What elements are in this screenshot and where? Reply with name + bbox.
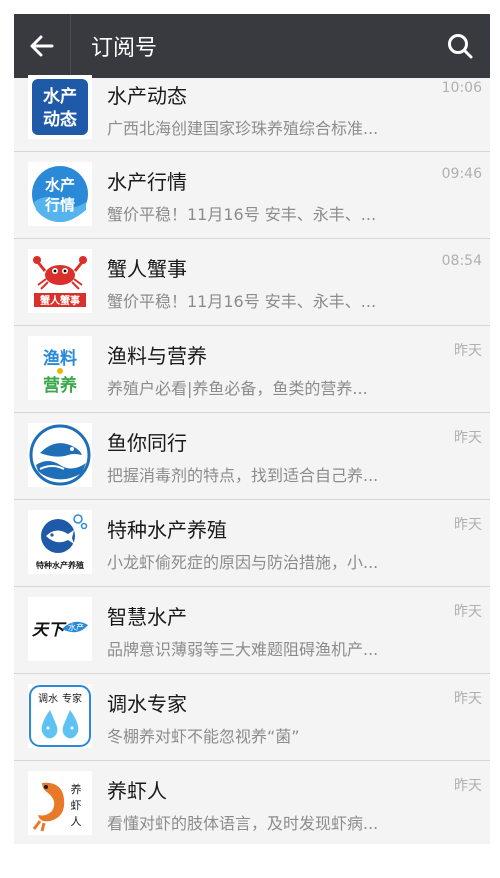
logo-text: 水产 [43,86,77,107]
account-name: 养虾人 [107,779,167,803]
avatar: 养 虾 人 [28,771,92,835]
shuichan-dongtai-logo: 水产 动态 [28,75,92,139]
special-aquaculture-logo: 特种水产养殖 [36,514,88,570]
account-name: 水产动态 [107,84,187,108]
search-icon [448,34,473,59]
arrow-left-icon [30,35,54,57]
timestamp: 09:46 [441,166,482,182]
logo-text: 渔料 [43,348,77,369]
timestamp: 08:54 [441,253,482,269]
list-item[interactable]: 调水 专家 调水专家 昨天 冬棚养对虾不能忽视养“菌” [14,674,490,761]
timestamp: 10:06 [441,80,482,96]
logo-text: 调水 [38,693,58,705]
back-button[interactable] [14,14,71,78]
logo-text: 水产 [68,622,84,632]
timestamp: 昨天 [454,778,482,794]
yuliao-yingyang-logo: 渔料 营养 [28,336,92,400]
logo-text: 水产 [45,176,75,194]
message-preview: 蟹价平稳！11月16号 安丰、永丰、... [107,292,377,311]
account-name: 水产行情 [107,170,187,194]
timestamp: 昨天 [454,343,482,359]
logo-text: 行情 [44,196,75,214]
list-item[interactable]: 水产 行情 水产行情 09:46 蟹价平稳！11月16号 安丰、永丰、... [14,152,490,239]
timestamp: 昨天 [454,430,482,446]
search-button[interactable] [430,14,490,78]
avatar: 蟹人蟹事 [28,249,92,313]
list-item[interactable]: 水产 动态 水产动态 10:06 广西北海创建国家珍珠养殖综合标准... [14,75,490,152]
timestamp: 昨天 [454,517,482,533]
account-name: 智慧水产 [107,605,187,629]
logo-text: 人 [71,815,82,828]
avatar: 渔料 营养 [28,336,92,400]
shuichan-hangqing-logo: 水产 行情 [32,166,88,222]
list-item[interactable]: 养 虾 人 养虾人 昨天 看懂对虾的肢体语言，及时发现虾病... [14,761,490,844]
top-bar: 订阅号 [14,14,490,78]
logo-text: 蟹人蟹事 [39,294,80,307]
zhihui-shuichan-logo: 天下 水产 [32,620,88,639]
crab-logo: 蟹人蟹事 [33,256,87,307]
timestamp: 昨天 [454,691,482,707]
avatar: 水产 行情 [28,162,92,226]
avatar: 特种水产养殖 [28,510,92,574]
subscription-list: 水产 动态 水产动态 10:06 广西北海创建国家珍珠养殖综合标准... 水产 … [14,75,490,844]
logo-text: 养 [71,782,82,796]
shrimp-logo: 养 虾 人 [28,771,92,835]
logo-text: 专家 [62,692,82,705]
account-name: 鱼你同行 [107,431,187,455]
message-preview: 广西北海创建国家珍珠养殖综合标准... [107,119,379,138]
logo-text: 动态 [43,109,77,130]
avatar: 水产 动态 [28,75,92,139]
fish-logo [29,424,91,486]
message-preview: 把握消毒剂的特点，找到适合自己养... [107,466,379,485]
account-name: 蟹人蟹事 [107,257,187,281]
logo-text: 营养 [43,375,78,396]
water-expert-logo: 调水 专家 [29,685,91,747]
account-name: 渔料与营养 [107,344,207,368]
message-preview: 蟹价平稳！11月16号 安丰、永丰、... [107,205,377,224]
timestamp: 昨天 [454,604,482,620]
message-preview: 养殖户必看|养鱼必备，鱼类的营养... [107,379,368,398]
list-item[interactable]: 渔料 营养 渔料与营养 昨天 养殖户必看|养鱼必备，鱼类的营养... [14,326,490,413]
avatar: 调水 专家 [28,684,92,748]
avatar [28,423,92,487]
logo-text: 特种水产养殖 [36,560,84,570]
message-preview: 冬棚养对虾不能忽视养“菌” [107,727,300,746]
phone-screen: 订阅号 水产 动态 水产动态 10:06 广西北海创建国家珍珠养殖综合标准... [14,14,490,844]
list-item[interactable]: 鱼你同行 昨天 把握消毒剂的特点，找到适合自己养... [14,413,490,500]
account-name: 调水专家 [107,692,187,716]
list-item[interactable]: 天下 水产 智慧水产 昨天 品牌意识薄弱等三大难题阻碍渔机产... [14,587,490,674]
logo-text: 天下 [32,620,67,639]
list-item[interactable]: 蟹人蟹事 蟹人蟹事 08:54 蟹价平稳！11月16号 安丰、永丰、... [14,239,490,326]
message-preview: 看懂对虾的肢体语言，及时发现虾病... [107,814,379,833]
avatar: 天下 水产 [28,597,92,661]
page-title: 订阅号 [91,36,158,61]
message-preview: 品牌意识薄弱等三大难题阻碍渔机产... [107,640,379,659]
list-item[interactable]: 特种水产养殖 特种水产养殖 昨天 小龙虾偷死症的原因与防治措施，小... [14,500,490,587]
message-preview: 小龙虾偷死症的原因与防治措施，小... [107,553,379,572]
logo-text: 虾 [71,799,82,812]
account-name: 特种水产养殖 [107,518,227,542]
